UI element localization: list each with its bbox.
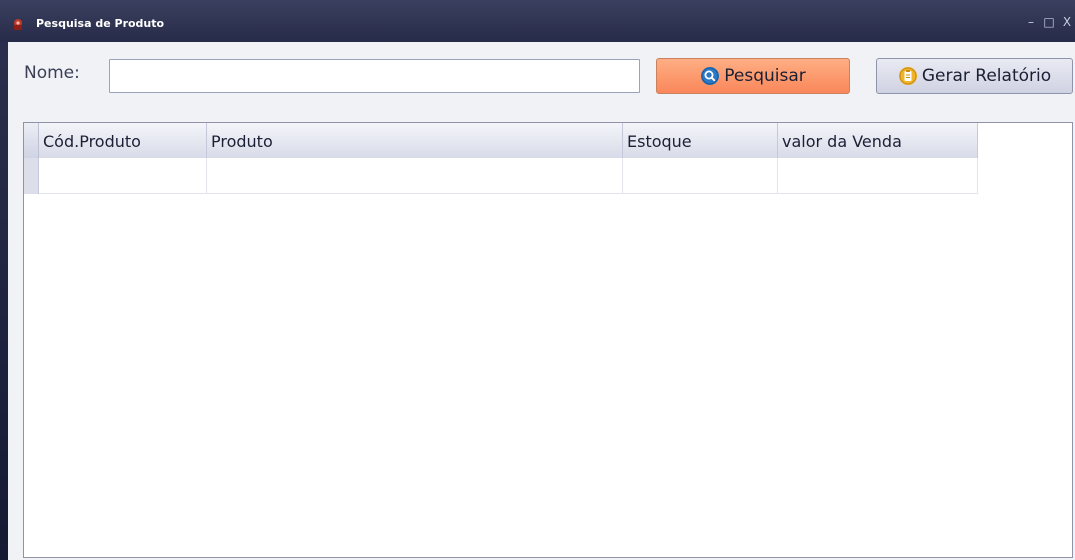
table-cell-product-code[interactable]	[39, 158, 207, 194]
search-icon	[701, 67, 720, 85]
generate-report-button[interactable]: Gerar Relatório	[876, 58, 1073, 94]
table-cell-stock[interactable]	[623, 158, 778, 194]
products-table[interactable]: Cód.Produto Produto Estoque valor da Ven…	[23, 122, 1073, 558]
close-button[interactable]: X	[1061, 15, 1073, 29]
column-header-product-code[interactable]: Cód.Produto	[39, 123, 207, 158]
search-button-label: Pesquisar	[724, 66, 806, 86]
column-header-sale-value[interactable]: valor da Venda	[778, 123, 978, 158]
window-controls: – □ X	[1025, 14, 1073, 30]
table-row[interactable]	[24, 158, 978, 194]
window-title: Pesquisa de Produto	[36, 17, 165, 30]
generate-report-button-label: Gerar Relatório	[921, 66, 1052, 86]
table-cell-sale-value[interactable]	[778, 158, 978, 194]
table-cell-product[interactable]	[207, 158, 623, 194]
product-search-window: Pesquisa de Produto – □ X Nome: Pesquisa…	[0, 0, 1075, 560]
title-bar[interactable]: Pesquisa de Produto – □ X	[0, 0, 1075, 42]
report-icon	[898, 67, 917, 85]
window-client-area: Nome: Pesquisar Gerar Relatório Cód.Prod…	[8, 42, 1075, 560]
name-input[interactable]	[109, 59, 640, 93]
maximize-button[interactable]: □	[1043, 15, 1055, 29]
name-label: Nome:	[24, 63, 80, 83]
search-button[interactable]: Pesquisar	[656, 58, 850, 94]
table-corner-cell[interactable]	[24, 123, 39, 158]
column-header-stock[interactable]: Estoque	[623, 123, 778, 158]
row-header[interactable]	[24, 158, 39, 194]
table-header: Cód.Produto Produto Estoque valor da Ven…	[24, 123, 978, 158]
column-header-product[interactable]: Produto	[207, 123, 623, 158]
app-icon	[14, 19, 22, 30]
minimize-button[interactable]: –	[1025, 15, 1037, 29]
